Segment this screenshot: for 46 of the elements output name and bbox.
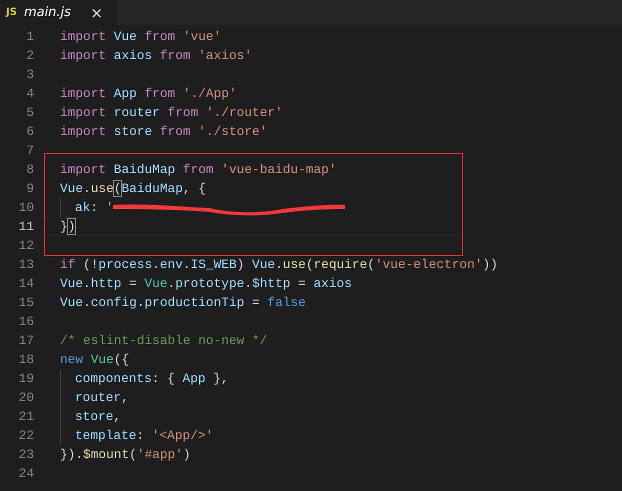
line-number: 11: [18, 219, 34, 234]
code-line: import axios from 'axios': [60, 48, 252, 63]
line-number: 1: [25, 29, 34, 44]
line-number: 10: [18, 200, 34, 215]
line-number: 9: [25, 181, 34, 196]
line-number: 5: [25, 105, 34, 120]
close-icon[interactable]: ×: [90, 4, 103, 22]
code-line: router,: [75, 390, 129, 405]
line-number: 18: [18, 352, 34, 367]
line-number: 7: [25, 143, 34, 158]
line-number: 21: [18, 409, 34, 424]
code-line: Vue.config.productionTip = false: [60, 295, 306, 310]
code-line: }): [60, 219, 76, 234]
code-line: }).$mount('#app'): [60, 447, 191, 462]
line-number: 17: [18, 333, 34, 348]
line-number: 14: [18, 276, 34, 291]
code-line: if (!process.env.IS_WEB) Vue.use(require('vue-electron')): [60, 257, 498, 272]
code-line: Vue.use(BaiduMap, {: [60, 181, 206, 196]
line-number: 22: [18, 428, 34, 443]
line-number: 24: [18, 466, 34, 481]
line-number: 6: [25, 124, 34, 139]
line-number: 20: [18, 390, 34, 405]
code-line: /* eslint-disable no-new */: [60, 333, 268, 348]
line-number: 13: [18, 257, 34, 272]
line-number: 12: [18, 238, 34, 253]
line-number: 4: [25, 86, 34, 101]
line-number: 23: [18, 447, 34, 462]
line-number: 16: [18, 314, 34, 329]
line-number: 2: [25, 48, 34, 63]
code-line: template: '<App/>': [75, 428, 214, 443]
code-line: import BaiduMap from 'vue-baidu-map': [60, 162, 336, 177]
code-line: new Vue({: [60, 352, 130, 367]
code-line: Vue.http = Vue.prototype.$http = axios: [60, 276, 352, 291]
code-line: store,: [75, 409, 122, 424]
code-line: components: { App },: [75, 371, 229, 386]
line-number: 3: [25, 67, 34, 82]
code-line: import store from './store': [60, 124, 268, 139]
line-number: 15: [18, 295, 34, 310]
code-line: ak: ': [75, 200, 114, 215]
editor-tab[interactable]: JS main.js ×: [0, 0, 117, 25]
code-line: import router from './router': [60, 105, 283, 120]
line-number: 8: [25, 162, 34, 177]
js-file-icon: JS: [6, 7, 17, 18]
line-number: 19: [18, 371, 34, 386]
code-line: import App from './App': [60, 86, 237, 101]
code-line: import Vue from 'vue': [60, 29, 222, 44]
